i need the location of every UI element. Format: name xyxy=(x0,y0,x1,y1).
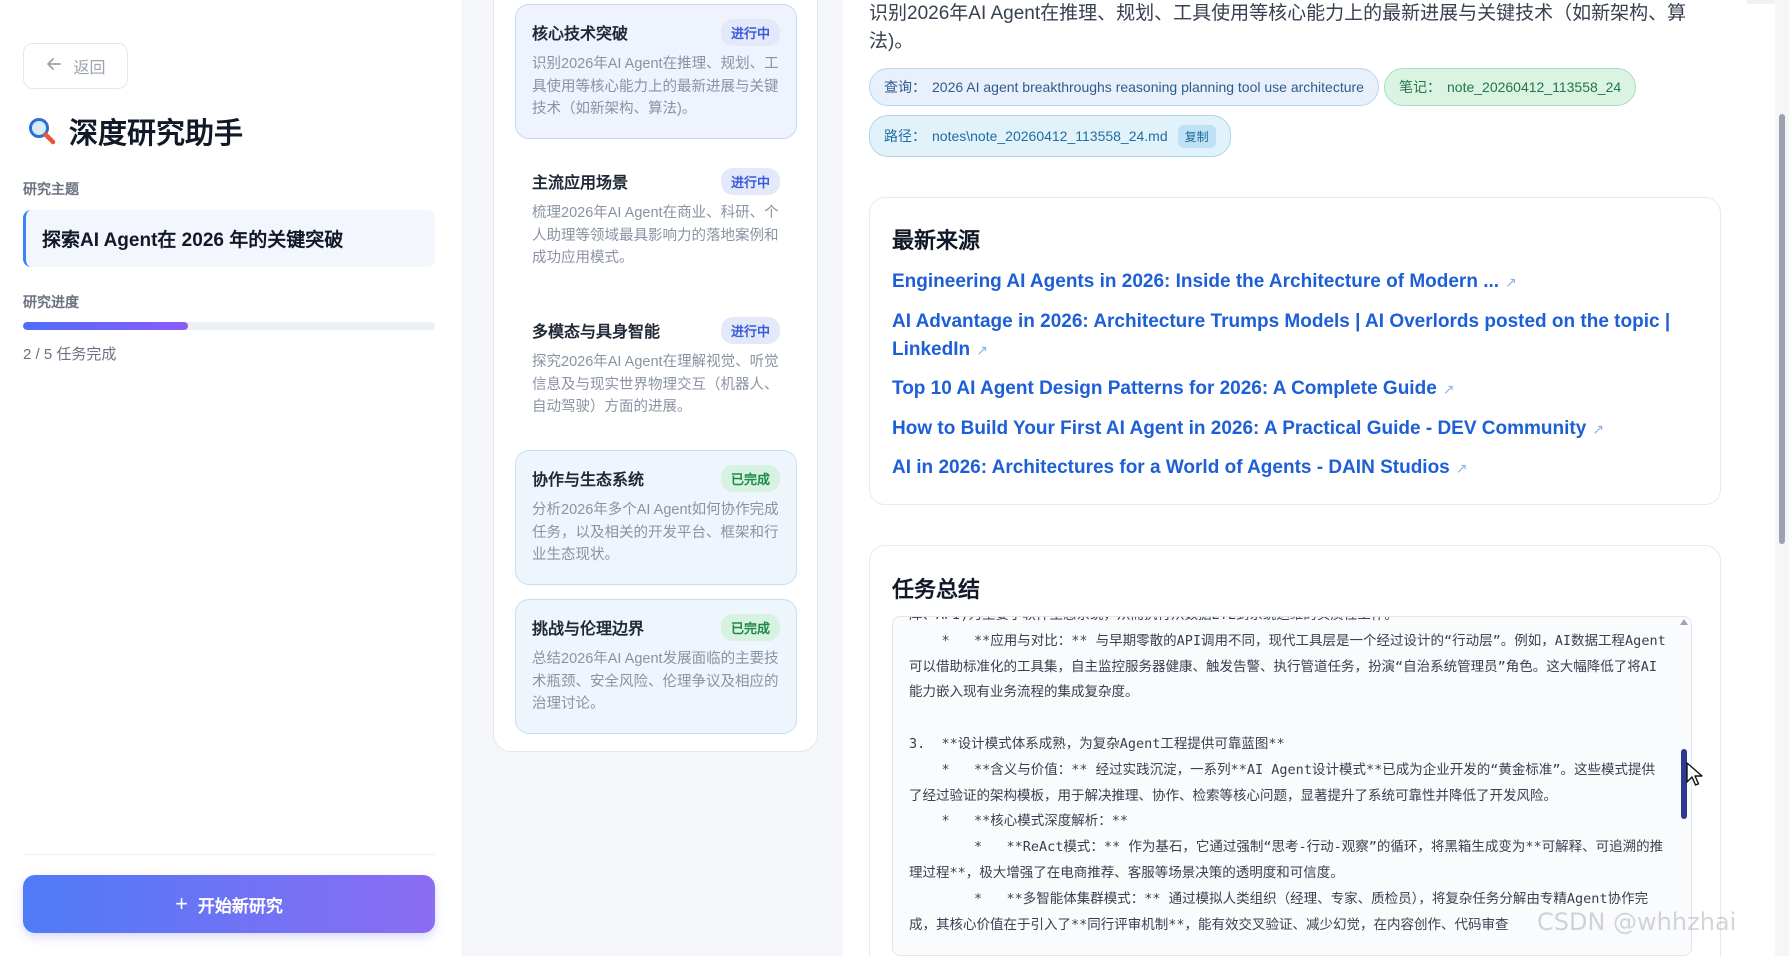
plus-icon: + xyxy=(175,891,188,916)
source-link-text: Top 10 AI Agent Design Patterns for 2026… xyxy=(892,378,1437,399)
note-label: 笔记： xyxy=(1399,79,1441,95)
summary-text: 库、API)为主要了软件生态系统，从而执行从数据ETL到系统运维的实质性工作。 … xyxy=(909,617,1666,933)
progress-label: 研究进度 xyxy=(23,294,79,310)
source-link-text: AI in 2026: Architectures for a World of… xyxy=(892,457,1450,478)
task-title: 协作与生态系统 xyxy=(532,472,645,489)
status-badge: 进行中 xyxy=(720,316,780,344)
path-label: 路径： xyxy=(884,128,926,144)
source-link-text: AI Advantage in 2026: Architecture Trump… xyxy=(892,310,1671,360)
note-chip: 笔记： note_20260412_113558_24 xyxy=(1384,68,1637,106)
external-link-icon: ↗ xyxy=(1442,381,1455,397)
source-link-text: Engineering AI Agents in 2026: Inside th… xyxy=(892,271,1500,292)
summary-card: 任务总结 库、API)为主要了软件生态系统，从而执行从数据ETL到系统运维的实质… xyxy=(869,545,1721,956)
path-chip: 路径： notes\note_20260412_113558_24.md 复制 xyxy=(869,115,1231,157)
sources-card: 最新来源 Engineering AI Agents in 2026: Insi… xyxy=(869,197,1721,505)
source-link[interactable]: AI in 2026: Architectures for a World of… xyxy=(892,454,1692,482)
progress-bar xyxy=(23,322,435,330)
source-list: Engineering AI Agents in 2026: Inside th… xyxy=(892,268,1692,494)
topic-label: 研究主题 xyxy=(23,181,79,197)
status-badge: 已完成 xyxy=(720,464,780,492)
external-link-icon: ↗ xyxy=(1592,420,1605,437)
task-title: 核心技术突破 xyxy=(532,26,629,43)
external-link-icon: ↗ xyxy=(1455,460,1468,476)
sources-title: 最新来源 xyxy=(892,228,981,253)
topic-value: 探索AI Agent在 2026 年的关键突破 xyxy=(23,210,435,267)
app-title: 深度研究助手 xyxy=(27,110,243,152)
progress-fill xyxy=(23,322,188,330)
task-card-4[interactable]: 协作与生态系统 已完成 分析2026年多个AI Agent如何协作完成任务，以及… xyxy=(515,450,797,585)
summary-textarea[interactable]: 库、API)为主要了软件生态系统，从而执行从数据ETL到系统运维的实质性工作。 … xyxy=(892,616,1692,956)
sidebar: 返回 深度研究助手 研究主题 探索AI Agent在 2026 年的关键突破 研… xyxy=(0,0,463,956)
page-scrollbar[interactable] xyxy=(1775,0,1789,956)
source-link[interactable]: How to Build Your First AI Agent in 2026… xyxy=(892,415,1692,443)
status-badge: 进行中 xyxy=(720,167,780,195)
task-card-2[interactable]: 主流应用场景 进行中 梳理2026年AI Agent在商业、科研、个人助理等领域… xyxy=(515,153,797,288)
path-value: notes\note_20260412_113558_24.md xyxy=(932,128,1168,144)
task-title: 挑战与伦理边界 xyxy=(532,621,645,638)
task-card-5[interactable]: 挑战与伦理边界 已完成 总结2026年AI Agent发展面临的主要技术瓶颈、安… xyxy=(515,599,797,734)
copy-button[interactable]: 复制 xyxy=(1177,124,1216,148)
task-desc: 总结2026年AI Agent发展面临的主要技术瓶颈、安全风险、伦理争议及相应的… xyxy=(532,651,779,712)
magnifier-icon xyxy=(27,116,57,146)
back-button[interactable]: 返回 xyxy=(23,43,128,89)
external-link-icon: ↗ xyxy=(1505,274,1517,290)
app-title-text: 深度研究助手 xyxy=(69,118,244,150)
watermark: CSDN @whhzhai xyxy=(1537,908,1737,936)
query-value: 2026 AI agent breakthroughs reasoning pl… xyxy=(932,79,1364,95)
source-link[interactable]: Top 10 AI Agent Design Patterns for 2026… xyxy=(892,375,1692,403)
source-link[interactable]: Engineering AI Agents in 2026: Inside th… xyxy=(892,268,1692,296)
arrow-left-icon xyxy=(45,55,63,78)
external-link-icon: ↗ xyxy=(976,341,988,358)
new-research-button[interactable]: + 开始新研究 xyxy=(23,875,435,933)
note-value: note_20260412_113558_24 xyxy=(1447,79,1622,95)
task-card-1[interactable]: 核心技术突破 进行中 识别2026年AI Agent在推理、规划、工具使用等核心… xyxy=(515,4,797,139)
page-scroll-thumb[interactable] xyxy=(1779,114,1785,544)
new-research-label: 开始新研究 xyxy=(197,896,283,916)
query-label: 查询： xyxy=(884,79,926,95)
source-link[interactable]: AI Advantage in 2026: Architecture Trump… xyxy=(892,308,1692,364)
summary-title: 任务总结 xyxy=(892,577,981,602)
task-intro: 识别2026年AI Agent在推理、规划、工具使用等核心能力上的最新进展与关键… xyxy=(869,3,1687,52)
task-title: 主流应用场景 xyxy=(532,175,629,192)
mouse-cursor-icon xyxy=(1686,762,1704,793)
query-chip: 查询： 2026 AI agent breakthroughs reasonin… xyxy=(869,68,1379,106)
back-label: 返回 xyxy=(73,60,106,77)
task-desc: 梳理2026年AI Agent在商业、科研、个人助理等领域最具影响力的落地案例和… xyxy=(532,205,779,266)
status-badge: 已完成 xyxy=(720,613,780,641)
source-link-text: How to Build Your First AI Agent in 2026… xyxy=(892,417,1587,439)
progress-text: 2 / 5 任务完成 xyxy=(23,346,117,363)
task-title: 多模态与具身智能 xyxy=(532,324,661,341)
task-desc: 分析2026年多个AI Agent如何协作完成任务，以及相关的开发平台、框架和行… xyxy=(532,502,779,563)
task-card-3[interactable]: 多模态与具身智能 进行中 探究2026年AI Agent在理解视觉、听觉信息及与… xyxy=(515,302,797,437)
status-badge: 进行中 xyxy=(720,18,780,46)
task-desc: 探究2026年AI Agent在理解视觉、听觉信息及与现实世界物理交互（机器人、… xyxy=(532,354,779,415)
scroll-up-icon[interactable] xyxy=(1680,619,1688,625)
sidebar-divider xyxy=(23,854,435,855)
task-desc: 识别2026年AI Agent在推理、规划、工具使用等核心能力上的最新进展与关键… xyxy=(532,56,779,117)
